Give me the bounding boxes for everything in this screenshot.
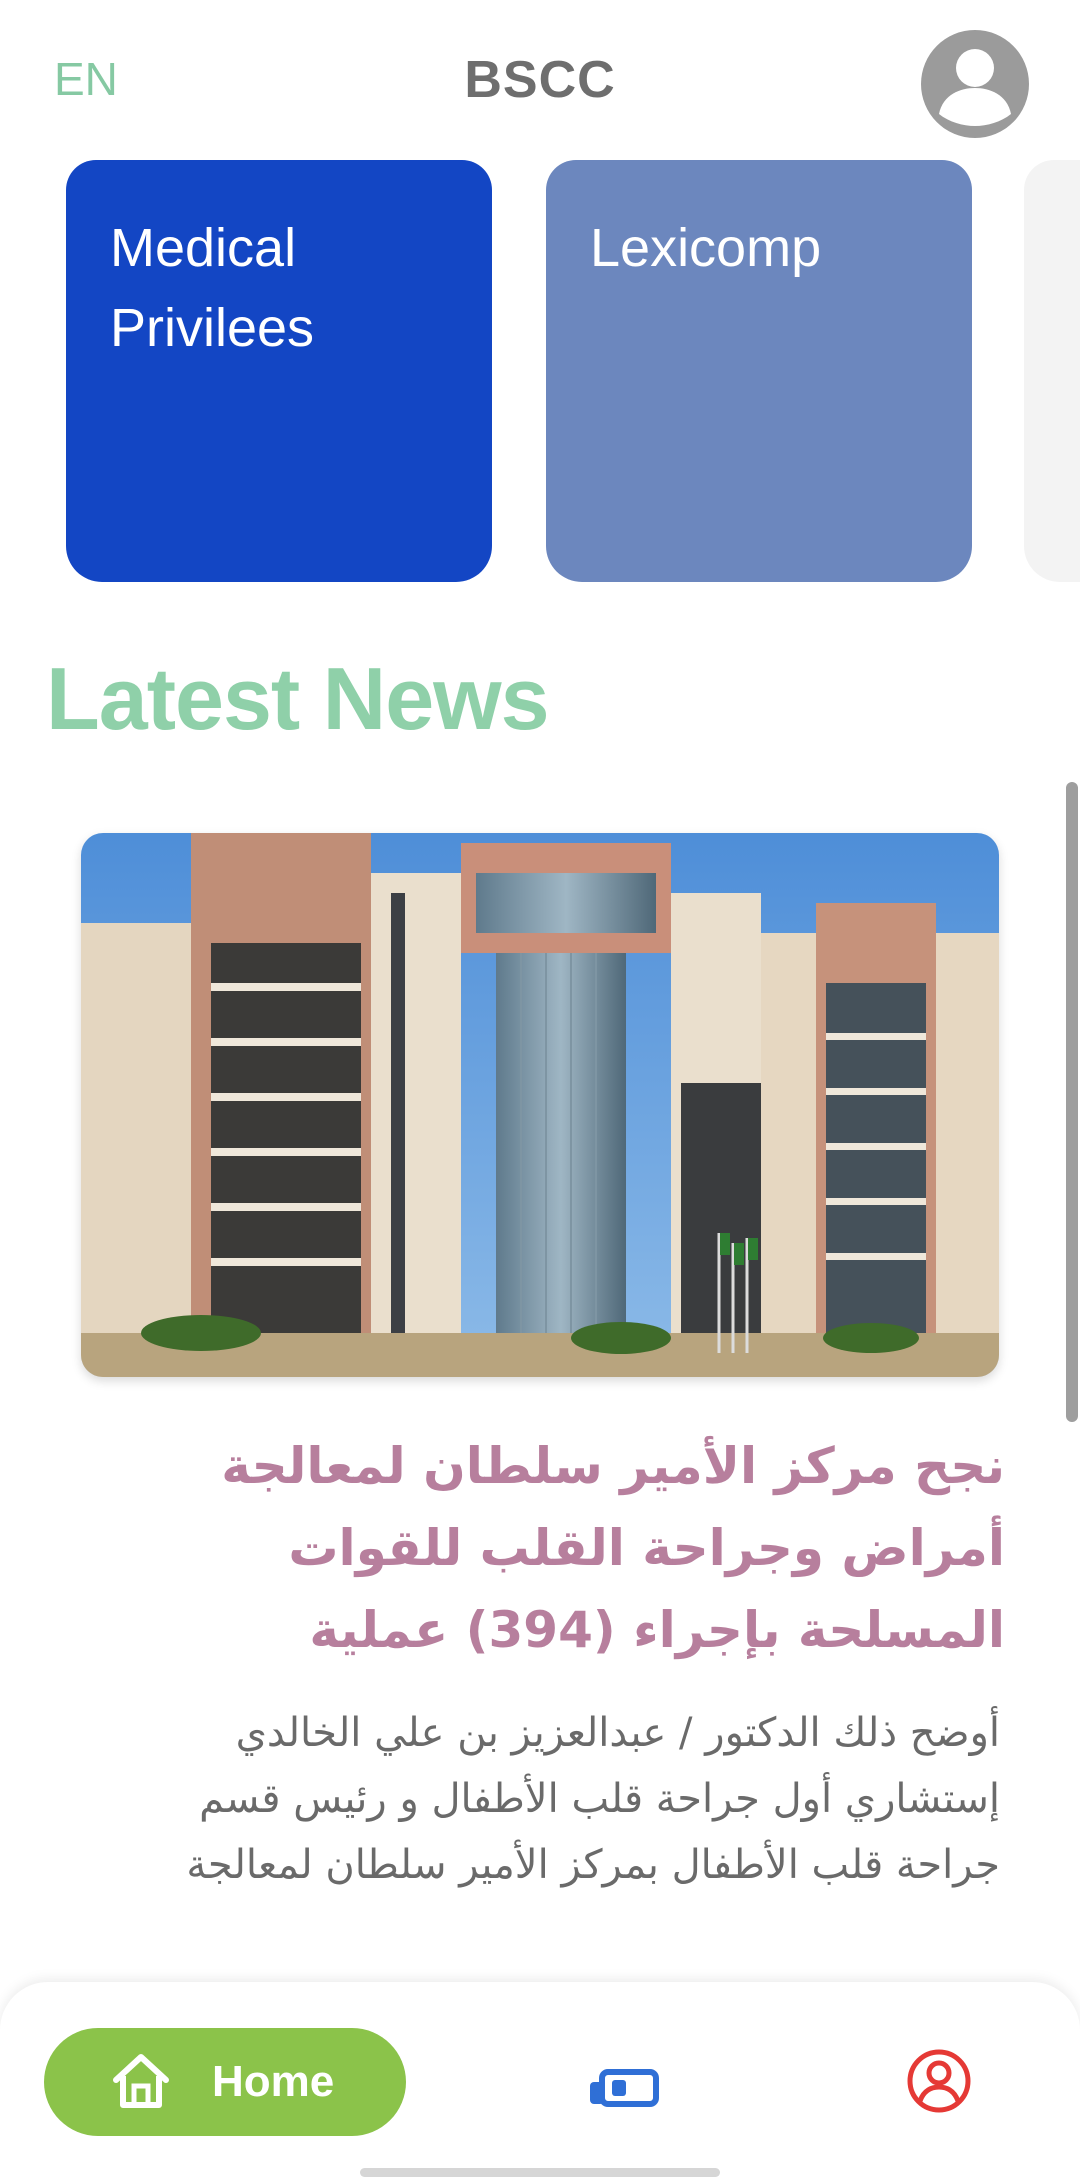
quick-links: Medical Privilees Lexicomp bbox=[0, 160, 1080, 586]
tile-label: Lexicomp bbox=[590, 218, 822, 278]
home-tab-button[interactable]: Home bbox=[44, 2028, 406, 2136]
tile-medical-privileges[interactable]: Medical Privilees bbox=[66, 160, 492, 582]
home-indicator bbox=[360, 2168, 720, 2177]
profile-icon[interactable] bbox=[906, 2048, 972, 2114]
app-title: BSCC bbox=[464, 51, 616, 109]
section-title: Latest News bbox=[46, 649, 550, 748]
scrollbar[interactable] bbox=[1066, 782, 1078, 1422]
news-excerpt: أوضح ذلك الدكتور / عبدالعزيز بن علي الخا… bbox=[186, 1710, 1000, 1888]
tile-partial[interactable] bbox=[1024, 160, 1080, 582]
app-header: EN BSCC bbox=[0, 0, 1080, 160]
home-label: Home bbox=[212, 2057, 335, 2106]
tile-lexicomp[interactable]: Lexicomp bbox=[546, 160, 972, 582]
user-avatar-icon[interactable] bbox=[921, 30, 1029, 138]
tile-label: Medical Privilees bbox=[110, 218, 315, 358]
news-icon[interactable] bbox=[588, 2068, 660, 2108]
home-icon bbox=[113, 2054, 169, 2108]
bottom-navigation: Home bbox=[0, 1982, 1080, 2179]
news-headline[interactable]: نجح مركز الأمير سلطان لمعالجة أمراض وجرا… bbox=[80, 1425, 1005, 1671]
news-image[interactable] bbox=[81, 833, 999, 1377]
